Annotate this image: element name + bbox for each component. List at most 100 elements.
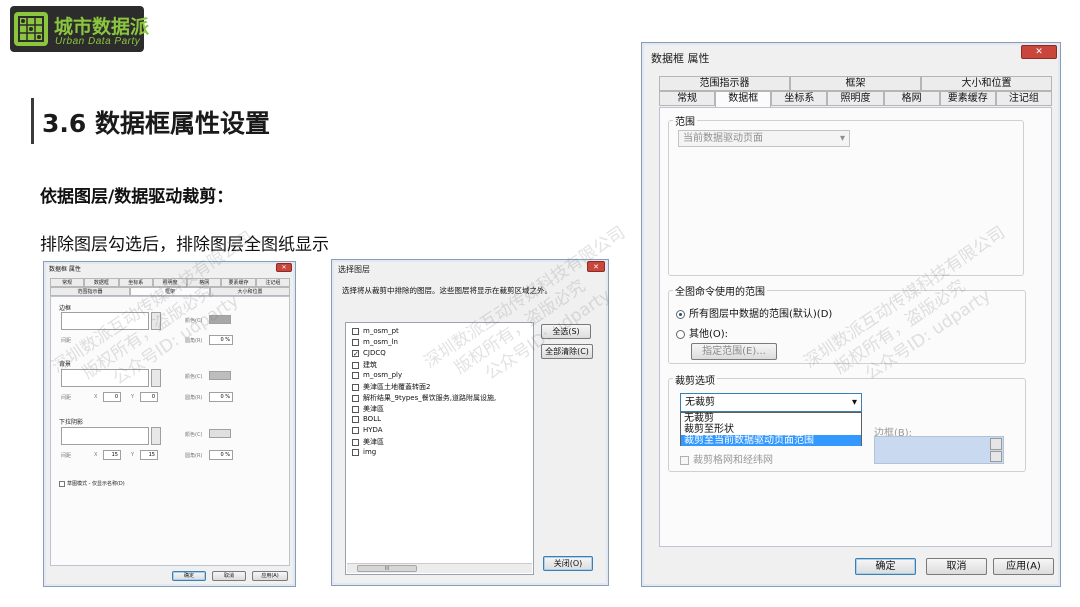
select-all-button[interactable]: 全选(S) xyxy=(541,324,591,339)
tab-grids[interactable]: 格网 xyxy=(187,278,222,287)
tab-data-frame[interactable]: 数据框 xyxy=(715,91,772,108)
shadow-style-dropdown[interactable] xyxy=(151,427,161,445)
layer-checkbox[interactable] xyxy=(352,361,359,369)
close-button[interactable]: ✕ xyxy=(587,261,605,272)
ok-button[interactable]: 确定 xyxy=(855,558,916,575)
layer-list-item[interactable]: 解析结果_9types_餐饮服务,道路附属设施, xyxy=(352,393,496,403)
layer-checkbox[interactable] xyxy=(352,448,359,456)
clip-options-dropdown[interactable]: 无裁剪 ▾ xyxy=(680,393,862,412)
layer-list[interactable]: m_osm_pt m_osm_ln ✓ CJDCQ 建筑 m_osm_ply 美津… xyxy=(345,322,534,575)
close-button[interactable]: ✕ xyxy=(276,263,292,272)
clip-option-ddp-extent[interactable]: 裁剪至当前数据驱动页面范围 xyxy=(681,435,861,446)
layer-name: BOLL xyxy=(363,415,381,423)
cancel-button[interactable]: 取消 xyxy=(212,571,246,581)
horizontal-scrollbar[interactable]: III xyxy=(347,563,532,573)
ok-button[interactable]: 确定 xyxy=(172,571,206,581)
clear-all-button[interactable]: 全部清除(C) xyxy=(541,344,593,359)
layer-checkbox[interactable] xyxy=(352,338,359,346)
tab-annotation-groups[interactable]: 注记组 xyxy=(995,91,1052,106)
layer-name: m_osm_ply xyxy=(363,371,403,379)
layer-list-item[interactable]: m_osm_pt xyxy=(352,327,399,335)
tab-size-position[interactable]: 大小和位置 xyxy=(210,287,290,296)
border-edit-icon[interactable] xyxy=(990,451,1002,462)
tab-coordinate-system[interactable]: 坐标系 xyxy=(118,278,153,287)
background-y-input[interactable]: 0 xyxy=(140,392,158,402)
tab-annotation-groups[interactable]: 注记组 xyxy=(255,278,290,287)
layer-list-item[interactable]: 美津區土地覆蓋转面2 xyxy=(352,382,430,392)
tab-frame[interactable]: 框架 xyxy=(130,287,210,296)
layer-checkbox[interactable] xyxy=(352,371,359,379)
tab-feature-cache[interactable]: 要素缓存 xyxy=(221,278,256,287)
close-button[interactable]: ✕ xyxy=(1021,45,1057,59)
layer-checkbox[interactable] xyxy=(352,383,359,391)
background-gap-label: 间距 xyxy=(61,395,72,401)
select-layers-prompt: 选择将从裁剪中排除的图层。这些图层将显示在裁剪区域之外。 xyxy=(342,286,552,295)
cancel-button[interactable]: 取消 xyxy=(926,558,987,575)
apply-button[interactable]: 应用(A) xyxy=(993,558,1054,575)
clip-option-none[interactable]: 无裁剪 xyxy=(681,413,861,424)
tab-extent-indicators[interactable]: 范围指示器 xyxy=(659,76,790,91)
apply-button[interactable]: 应用(A) xyxy=(252,571,288,581)
tab-grids[interactable]: 格网 xyxy=(883,91,940,106)
full-extent-all-layers-radio[interactable]: 所有图层中数据的范围(默认)(D) xyxy=(676,305,832,320)
border-style-icon[interactable] xyxy=(990,438,1002,450)
data-frame-properties-dialog: 数据框 属性 ✕ 范围指示器 框架 大小和位置 常规 数据框 坐标系 照明度 格… xyxy=(641,42,1061,587)
border-preview[interactable] xyxy=(874,436,1004,464)
layer-checkbox[interactable] xyxy=(352,327,359,335)
specify-extent-button[interactable]: 指定范围(E)... xyxy=(691,343,777,360)
tab-size-position[interactable]: 大小和位置 xyxy=(921,76,1052,91)
scrollbar-thumb[interactable]: III xyxy=(357,565,417,572)
layer-list-item[interactable]: HYDA xyxy=(352,426,383,434)
draft-mode-checkbox[interactable]: 草图模式 - 仅显示名称(D) xyxy=(59,480,125,487)
layer-checkbox[interactable] xyxy=(352,394,359,402)
layer-checkbox[interactable] xyxy=(352,415,359,423)
border-style-dropdown[interactable] xyxy=(151,312,161,330)
background-style-preview[interactable] xyxy=(61,369,149,387)
shadow-x-input[interactable]: 15 xyxy=(103,450,121,460)
layer-checkbox-checked[interactable]: ✓ xyxy=(352,349,359,357)
layer-list-item[interactable]: m_osm_ply xyxy=(352,371,402,379)
radio-label: 其他(O): xyxy=(689,329,729,340)
background-color-swatch[interactable] xyxy=(209,371,231,380)
layer-list-item[interactable]: m_osm_ln xyxy=(352,338,398,346)
full-extent-other-radio[interactable]: 其他(O): xyxy=(676,325,728,340)
tab-general[interactable]: 常规 xyxy=(50,278,85,287)
layer-list-item[interactable]: ✓ CJDCQ xyxy=(352,349,386,357)
logo-tagline: Urban Data Party xyxy=(55,36,141,47)
layer-list-item[interactable]: 建筑 xyxy=(352,360,377,370)
close-dialog-button[interactable]: 关闭(O) xyxy=(543,556,593,571)
layer-list-item[interactable]: 美津區 xyxy=(352,404,384,414)
tab-extent-indicators[interactable]: 范围指示器 xyxy=(50,287,130,296)
tab-frame[interactable]: 框架 xyxy=(790,76,921,91)
layer-name: 美津區土地覆蓋转面2 xyxy=(363,383,431,391)
shadow-rounding-input[interactable]: 0 % xyxy=(209,450,233,460)
shadow-style-preview[interactable] xyxy=(61,427,149,445)
layer-name: 建筑 xyxy=(363,361,377,369)
border-color-swatch[interactable] xyxy=(209,315,231,324)
logo-name: 城市数据派 xyxy=(54,16,150,38)
tab-illumination[interactable]: 照明度 xyxy=(152,278,188,287)
clip-grids-checkbox[interactable]: 裁剪格网和经纬网 xyxy=(680,451,773,466)
clip-options-list[interactable]: 无裁剪 裁剪至形状 裁剪至当前数据驱动页面范围 xyxy=(680,412,862,446)
slide-subtitle: 依据图层/数据驱动裁剪： xyxy=(40,187,234,207)
clip-option-shape[interactable]: 裁剪至形状 xyxy=(681,424,861,435)
layer-list-item[interactable]: img xyxy=(352,448,376,456)
background-x-input[interactable]: 0 xyxy=(103,392,121,402)
tab-feature-cache[interactable]: 要素缓存 xyxy=(939,91,996,106)
tab-illumination[interactable]: 照明度 xyxy=(827,91,884,106)
shadow-color-swatch[interactable] xyxy=(209,429,231,438)
tab-data-frame[interactable]: 数据框 xyxy=(84,278,119,287)
layer-list-item[interactable]: BOLL xyxy=(352,415,381,423)
layer-list-item[interactable]: 美津區 xyxy=(352,437,384,447)
layer-checkbox[interactable] xyxy=(352,426,359,434)
border-style-preview[interactable] xyxy=(61,312,149,330)
layer-checkbox[interactable] xyxy=(352,438,359,446)
layer-checkbox[interactable] xyxy=(352,405,359,413)
background-rounding-input[interactable]: 0 % xyxy=(209,392,233,402)
layer-name: 美津區 xyxy=(363,438,384,446)
tab-general[interactable]: 常规 xyxy=(659,91,716,106)
tab-coordinate-system[interactable]: 坐标系 xyxy=(771,91,828,106)
shadow-y-input[interactable]: 15 xyxy=(140,450,158,460)
border-rounding-input[interactable]: 0 % xyxy=(209,335,233,345)
background-style-dropdown[interactable] xyxy=(151,369,161,387)
